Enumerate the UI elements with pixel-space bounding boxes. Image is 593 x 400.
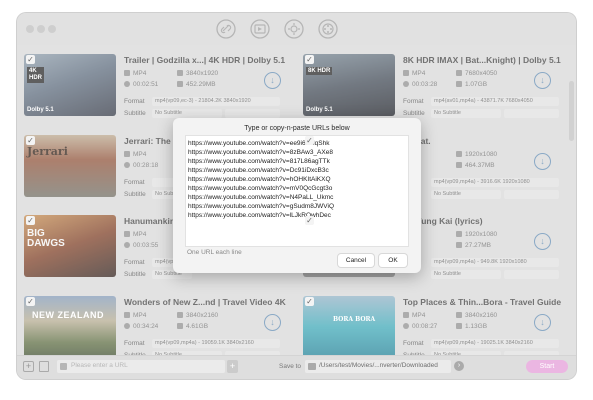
select-checkbox[interactable]: ✓ [26,136,35,145]
select-checkbox[interactable]: ✓ [26,216,35,225]
url-paste-dialog: Type or copy-n-paste URLs below https://… [173,118,421,273]
select-checkbox[interactable]: ✓ [26,55,35,64]
dialog-hint: One URL each line [187,249,242,256]
select-checkbox[interactable]: ✓ [305,136,314,145]
select-checkbox[interactable]: ✓ [305,55,314,64]
url-textarea[interactable]: https://www.youtube.com/watch?v=ee9i6oMq… [185,135,409,247]
cancel-button[interactable]: Cancel [338,254,374,267]
ok-button[interactable]: OK [379,254,407,267]
select-checkbox[interactable]: ✓ [305,216,314,225]
select-checkbox[interactable]: ✓ [26,297,35,306]
dialog-title: Type or copy-n-paste URLs below [244,125,350,132]
url-list: https://www.youtube.com/watch?v=ee9i6oMq… [188,140,335,219]
select-checkbox[interactable]: ✓ [305,297,314,306]
